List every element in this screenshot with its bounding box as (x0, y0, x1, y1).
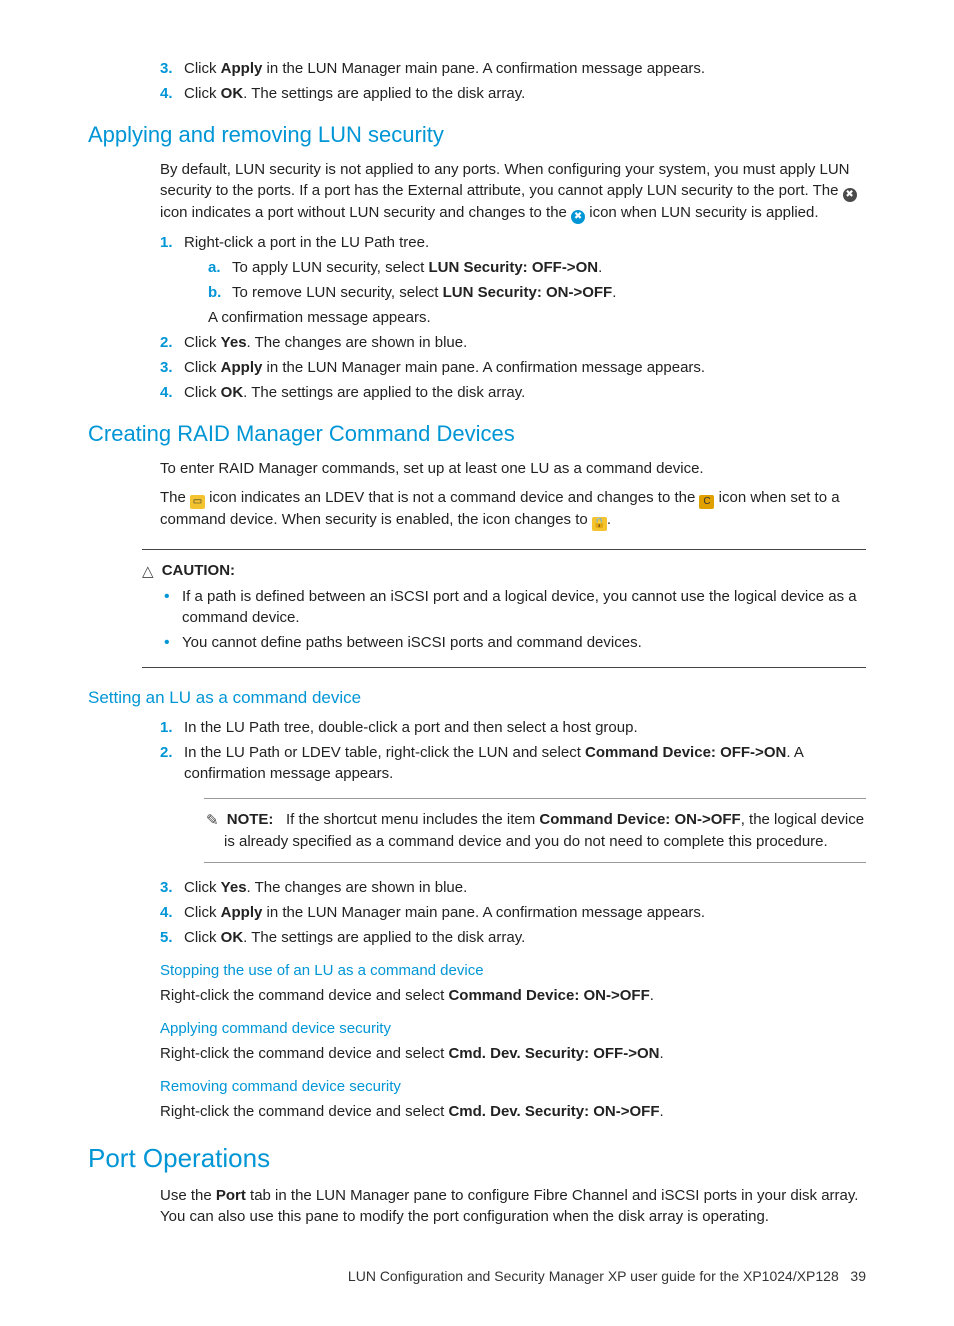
list-item: 1. Right-click a port in the LU Path tre… (160, 232, 866, 328)
paragraph: Right-click the command device and selec… (160, 1101, 866, 1122)
ldev-command-icon: C (699, 495, 714, 509)
procedure-list: 1. In the LU Path tree, double-click a p… (160, 717, 866, 948)
ldev-secured-command-icon: 🔒 (592, 517, 607, 531)
paragraph: Use the Port tab in the LUN Manager pane… (160, 1185, 866, 1227)
heading-stopping-lu-command: Stopping the use of an LU as a command d… (160, 960, 866, 981)
port-no-security-icon: ✖ (843, 188, 857, 202)
list-item: 3. Click Apply in the LUN Manager main p… (160, 58, 866, 79)
heading-setting-lu-command-device: Setting an LU as a command device (88, 686, 866, 710)
caution-callout: △ CAUTION: If a path is defined between … (142, 549, 866, 668)
paragraph: Right-click the command device and selec… (160, 985, 866, 1006)
port-with-security-icon: ✖ (571, 210, 585, 224)
paragraph: By default, LUN security is not applied … (160, 159, 866, 224)
page-number: 39 (850, 1268, 866, 1284)
ldev-non-command-icon: ▭ (190, 495, 205, 509)
heading-removing-cmd-security: Removing command device security (160, 1076, 866, 1097)
note-icon: ✎ (206, 810, 219, 831)
list-item: If a path is defined between an iSCSI po… (160, 586, 866, 628)
paragraph: The ▭ icon indicates an LDEV that is not… (160, 487, 866, 531)
list-item: 2. Click Yes. The changes are shown in b… (160, 332, 866, 353)
list-item: 4. Click Apply in the LUN Manager main p… (160, 902, 866, 923)
list-item: 4. Click OK. The settings are applied to… (160, 382, 866, 403)
caution-icon: △ (142, 561, 154, 582)
heading-applying-cmd-security: Applying command device security (160, 1018, 866, 1039)
paragraph: To enter RAID Manager commands, set up a… (160, 458, 866, 479)
heading-applying-lun-security: Applying and removing LUN security (88, 120, 866, 151)
page-footer: LUN Configuration and Security Manager X… (88, 1267, 866, 1287)
list-item: 3. Click Yes. The changes are shown in b… (160, 877, 866, 898)
list-item: You cannot define paths between iSCSI po… (160, 632, 866, 653)
heading-port-operations: Port Operations (88, 1140, 866, 1176)
procedure-list: 1. Right-click a port in the LU Path tre… (160, 232, 866, 403)
list-item: b. To remove LUN security, select LUN Se… (208, 282, 866, 303)
list-item: a. To apply LUN security, select LUN Sec… (208, 257, 866, 278)
list-item: 5. Click OK. The settings are applied to… (160, 927, 866, 948)
paragraph: Right-click the command device and selec… (160, 1043, 866, 1064)
heading-creating-raid-devices: Creating RAID Manager Command Devices (88, 419, 866, 450)
list-item: 1. In the LU Path tree, double-click a p… (160, 717, 866, 738)
list-item: 2. In the LU Path or LDEV table, right-c… (160, 742, 866, 863)
note-callout: ✎ NOTE: If the shortcut menu includes th… (204, 798, 866, 863)
list-item: 3. Click Apply in the LUN Manager main p… (160, 357, 866, 378)
top-continued-list: 3. Click Apply in the LUN Manager main p… (160, 58, 866, 104)
list-item: 4. Click OK. The settings are applied to… (160, 83, 866, 104)
